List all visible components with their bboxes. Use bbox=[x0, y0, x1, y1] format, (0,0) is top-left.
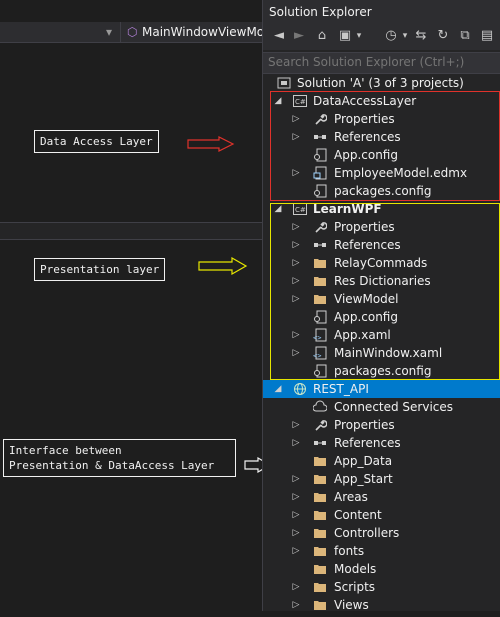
solution-explorer-title-bar: Solution Explorer bbox=[263, 0, 500, 24]
collapse-icon[interactable]: ⧉ bbox=[457, 28, 473, 44]
folder-icon bbox=[313, 598, 327, 612]
back-icon[interactable]: ◄ bbox=[271, 28, 287, 44]
tree-item-app-start[interactable]: ▷ App_Start bbox=[263, 470, 500, 488]
solution-label: Solution 'A' (3 of 3 projects) bbox=[297, 76, 464, 90]
tree-item-content[interactable]: ▷ Content bbox=[263, 506, 500, 524]
search-input[interactable] bbox=[268, 54, 493, 70]
interface-note: Interface between Presentation & DataAcc… bbox=[3, 439, 236, 477]
collapse-arrow-icon[interactable]: ◢ bbox=[273, 380, 283, 398]
project-node-rest-api[interactable]: ◢ REST_API bbox=[263, 380, 500, 398]
project-label: REST_API bbox=[313, 382, 369, 396]
member-dropdown[interactable]: MainWindowViewMod bbox=[142, 24, 272, 40]
red-arrow-icon bbox=[187, 136, 235, 152]
show-all-icon[interactable]: ▤ bbox=[479, 28, 495, 44]
tree-item-label: Scripts bbox=[334, 580, 376, 594]
tree-item-connected-services[interactable]: Connected Services bbox=[263, 398, 500, 416]
tree-item-label: Views bbox=[334, 598, 369, 612]
data-access-layer-note: Data Access Layer bbox=[34, 130, 159, 153]
tree-item-references[interactable]: ▷ References bbox=[263, 434, 500, 452]
tree-item-controllers[interactable]: ▷ Controllers bbox=[263, 524, 500, 542]
tree-item-label: References bbox=[334, 436, 401, 450]
home-icon[interactable]: ⌂ bbox=[314, 28, 330, 44]
nav-separator bbox=[120, 22, 121, 42]
tree-item-label: Models bbox=[334, 562, 377, 576]
interface-note-line2: Presentation & DataAccess Layer bbox=[9, 459, 215, 472]
expand-arrow-icon[interactable]: ▷ bbox=[291, 596, 301, 614]
tree-item-label: fonts bbox=[334, 544, 365, 558]
tree-item-label: App_Data bbox=[334, 454, 393, 468]
tree-item-app-data[interactable]: App_Data bbox=[263, 452, 500, 470]
folder-icon bbox=[313, 580, 327, 594]
tree-item-label: Content bbox=[334, 508, 382, 522]
chevron-down-icon[interactable]: ▾ bbox=[397, 28, 413, 44]
tree-item-label: App_Start bbox=[334, 472, 393, 486]
editor-navigation-bar: ▾ ⬡ MainWindowViewMod bbox=[0, 22, 272, 43]
refresh-icon[interactable]: ↻ bbox=[435, 28, 451, 44]
expand-arrow-icon[interactable]: ▷ bbox=[291, 506, 301, 524]
references-icon bbox=[313, 436, 327, 450]
solution-explorer-search[interactable] bbox=[263, 52, 500, 74]
expand-arrow-icon[interactable]: ▷ bbox=[291, 578, 301, 596]
yellow-arrow-icon bbox=[198, 257, 248, 275]
folder-icon bbox=[313, 526, 327, 540]
wrench-icon bbox=[313, 418, 328, 432]
expand-arrow-icon[interactable]: ▷ bbox=[291, 524, 301, 542]
tree-item-scripts[interactable]: ▷ Scripts bbox=[263, 578, 500, 596]
dataaccesslayer-highlight-box bbox=[270, 91, 500, 201]
class-icon: ⬡ bbox=[127, 25, 138, 39]
forward-icon[interactable]: ► bbox=[291, 28, 307, 44]
folder-icon bbox=[313, 562, 327, 576]
chevron-down-icon[interactable]: ▾ bbox=[106, 24, 112, 40]
expand-arrow-icon[interactable]: ▷ bbox=[291, 470, 301, 488]
cloud-icon bbox=[312, 400, 328, 414]
tree-item-fonts[interactable]: ▷ fonts bbox=[263, 542, 500, 560]
expand-arrow-icon[interactable]: ▷ bbox=[291, 542, 301, 560]
folder-icon bbox=[313, 508, 327, 522]
tree-item-areas[interactable]: ▷ Areas bbox=[263, 488, 500, 506]
learnwpf-highlight-box bbox=[270, 203, 500, 380]
folder-icon bbox=[313, 544, 327, 558]
tree-item-label: Controllers bbox=[334, 526, 400, 540]
solution-node[interactable]: Solution 'A' (3 of 3 projects) bbox=[263, 74, 500, 92]
folder-icon bbox=[313, 454, 327, 468]
panel-title: Solution Explorer bbox=[269, 5, 372, 19]
tree-item-models[interactable]: Models bbox=[263, 560, 500, 578]
expand-arrow-icon[interactable]: ▷ bbox=[291, 416, 301, 434]
interface-note-line1: Interface between bbox=[9, 444, 122, 457]
web-project-icon bbox=[294, 383, 306, 395]
expand-arrow-icon[interactable]: ▷ bbox=[291, 434, 301, 452]
expand-arrow-icon[interactable]: ▷ bbox=[291, 488, 301, 506]
folder-icon bbox=[313, 472, 327, 486]
editor-splitter[interactable] bbox=[0, 222, 262, 240]
chevron-down-icon[interactable]: ▾ bbox=[351, 28, 367, 44]
solution-icon bbox=[277, 77, 291, 89]
presentation-layer-note: Presentation layer bbox=[34, 258, 166, 281]
tree-item-views[interactable]: ▷ Views bbox=[263, 596, 500, 614]
tree-item-label: Areas bbox=[334, 490, 368, 504]
tree-item-label: Connected Services bbox=[334, 400, 454, 414]
code-editor-area: ▾ ⬡ MainWindowViewMod Data Access Layer … bbox=[0, 0, 272, 611]
pending-changes-icon[interactable]: ⇆ bbox=[413, 28, 429, 44]
tree-item-label: Properties bbox=[334, 418, 395, 432]
folder-icon bbox=[313, 490, 327, 504]
solution-explorer-panel: Solution Explorer ◄ ► ⌂ ▣ ▾ ◷ ▾ ⇆ ↻ ⧉ ▤ … bbox=[262, 0, 500, 614]
solution-explorer-toolbar: ◄ ► ⌂ ▣ ▾ ◷ ▾ ⇆ ↻ ⧉ ▤ bbox=[263, 24, 500, 50]
tree-item-properties[interactable]: ▷ Properties bbox=[263, 416, 500, 434]
